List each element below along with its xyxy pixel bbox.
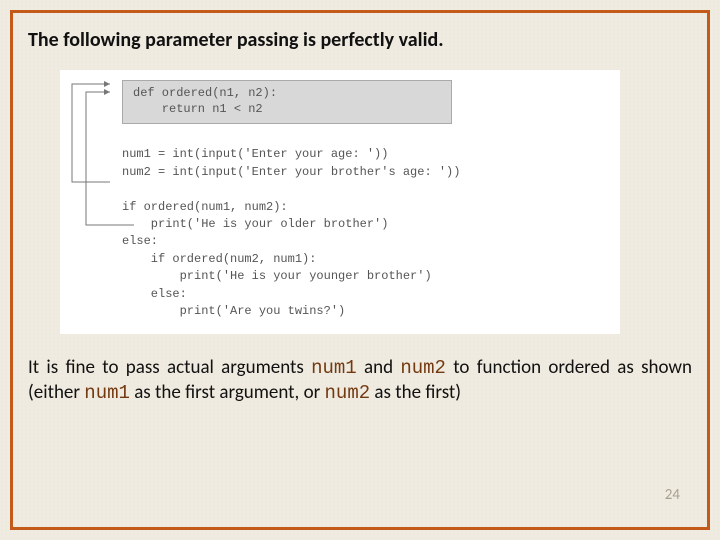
code-figure: def ordered(n1, n2): return n1 < n2 num1… bbox=[60, 70, 620, 334]
text-5: as the first) bbox=[370, 381, 461, 404]
mono-num2-a: num2 bbox=[400, 357, 446, 379]
fn-line2: return n1 < n2 bbox=[133, 102, 263, 116]
main-code-block: num1 = int(input('Enter your age: ')) nu… bbox=[122, 124, 608, 320]
function-definition-block: def ordered(n1, n2): return n1 < n2 bbox=[122, 80, 452, 124]
fn-line1: def ordered(n1, n2): bbox=[133, 86, 277, 100]
text-2: and bbox=[357, 356, 401, 379]
page-number: 24 bbox=[665, 486, 680, 504]
heading: The following parameter passing is perfe… bbox=[28, 28, 692, 52]
text-4: as the first argument, or bbox=[130, 381, 325, 404]
body-paragraph: It is fine to pass actual arguments num1… bbox=[28, 356, 692, 406]
text-1: It is fine to pass actual arguments bbox=[28, 356, 311, 379]
slide-content: The following parameter passing is perfe… bbox=[28, 28, 692, 512]
mono-num2-b: num2 bbox=[325, 382, 371, 404]
mono-num1-a: num1 bbox=[311, 357, 357, 379]
mono-num1-b: num1 bbox=[84, 382, 130, 404]
